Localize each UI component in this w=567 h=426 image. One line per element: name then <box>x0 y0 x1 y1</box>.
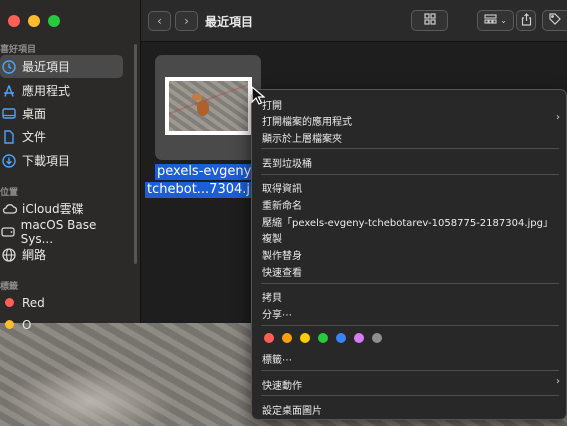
toolbar: ‹ › 最近項目 ⌄ <box>141 0 567 42</box>
menu-item-copy[interactable]: 拷貝 <box>262 289 282 304</box>
sidebar-item-label: 桌面 <box>22 107 47 121</box>
context-menu: 打開 打開檔案的應用程式 › 顯示於上層檔案夾 丟到垃圾桶 取得資訊 重新命名 … <box>251 89 567 420</box>
tag-color-yellow[interactable] <box>300 333 310 343</box>
sidebar-item-label: Red <box>22 295 45 310</box>
menu-separator <box>261 283 559 284</box>
sidebar-item-macos-base-system[interactable]: macOS Base Sys... <box>0 217 123 246</box>
close-button[interactable] <box>8 15 20 27</box>
orange-tag-icon <box>1 317 17 333</box>
menu-item-share[interactable]: 分享⋯ <box>262 306 292 321</box>
sidebar-item-label: 網路 <box>22 248 47 262</box>
sidebar-scrollbar[interactable] <box>134 44 137 264</box>
disk-icon <box>1 224 16 240</box>
sidebar-item-desktop[interactable]: 桌面 <box>0 102 123 125</box>
menu-item-tags[interactable]: 標籤⋯ <box>262 351 292 366</box>
forward-button[interactable]: › <box>175 11 198 31</box>
file-name-line-1[interactable]: pexels-evgeny <box>155 164 254 180</box>
menu-item-quick-look[interactable]: 快速查看 <box>262 264 302 279</box>
file-item-selected[interactable] <box>155 55 261 160</box>
network-icon <box>1 247 17 263</box>
sidebar-item-label: O <box>22 317 32 332</box>
menu-separator <box>261 395 559 396</box>
menu-separator <box>261 148 559 149</box>
apps-icon <box>1 83 17 99</box>
menu-item-duplicate[interactable]: 複製 <box>262 230 282 245</box>
share-icon <box>521 12 532 29</box>
menu-item-set-desktop-picture[interactable]: 設定桌面圖片 <box>262 402 322 417</box>
desktop-icon <box>1 106 17 122</box>
chevron-right-icon: › <box>184 14 189 28</box>
menu-separator <box>261 325 559 326</box>
window-controls <box>8 15 60 27</box>
view-mode-button[interactable] <box>411 10 448 31</box>
sidebar-item-applications[interactable]: 應用程式 <box>0 79 123 102</box>
chevron-right-icon: › <box>556 112 560 123</box>
sidebar-item-network[interactable]: 網路 <box>0 243 123 266</box>
menu-item-get-info[interactable]: 取得資訊 <box>262 180 302 195</box>
sidebar-item-label: iCloud雲碟 <box>22 202 84 216</box>
menu-item-compress[interactable]: 壓縮「pexels-evgeny-tchebotarev-1058775-218… <box>262 214 553 229</box>
sidebar-item-documents[interactable]: 文件 <box>0 125 123 148</box>
tag-color-orange[interactable] <box>282 333 292 343</box>
sidebar: 喜好項目 最近項目 應用程式 桌面 文件 下載項目 位置 iCloud雲碟 ma… <box>0 0 141 332</box>
cloud-icon <box>1 201 17 217</box>
menu-item-make-alias[interactable]: 製作替身 <box>262 247 302 262</box>
tag-icon <box>549 13 561 28</box>
tag-color-green[interactable] <box>318 333 328 343</box>
sidebar-item-label: macOS Base Sys... <box>20 217 97 246</box>
file-thumbnail <box>165 77 252 135</box>
dog-photo-thumbnail <box>169 81 248 131</box>
menu-item-move-to-trash[interactable]: 丟到垃圾桶 <box>262 155 312 170</box>
tag-color-gray[interactable] <box>372 333 382 343</box>
mouse-pointer-icon <box>251 85 266 110</box>
clock-icon <box>1 59 17 75</box>
menu-item-open[interactable]: 打開 <box>262 97 282 112</box>
document-icon <box>1 129 17 145</box>
sidebar-item-tag-red[interactable]: Red <box>0 291 123 314</box>
tag-color-red[interactable] <box>264 333 274 343</box>
file-name-line-2[interactable]: tchebot...7304.jpg <box>145 182 269 198</box>
tag-button[interactable] <box>542 10 567 31</box>
window-title: 最近項目 <box>205 15 254 29</box>
tag-color-blue[interactable] <box>336 333 346 343</box>
menu-item-quick-actions[interactable]: 快速動作 <box>262 377 302 392</box>
grid-icon <box>423 13 436 28</box>
menu-item-show-enclosing-folder[interactable]: 顯示於上層檔案夾 <box>262 130 342 145</box>
menu-separator <box>261 370 559 371</box>
minimize-button[interactable] <box>28 15 40 27</box>
back-button[interactable]: ‹ <box>148 11 171 31</box>
menu-item-rename[interactable]: 重新命名 <box>262 197 302 212</box>
menu-separator <box>261 174 559 175</box>
red-tag-icon <box>1 295 17 311</box>
tag-color-purple[interactable] <box>354 333 364 343</box>
zoom-button[interactable] <box>48 15 60 27</box>
chevron-left-icon: ‹ <box>157 14 162 28</box>
sidebar-item-label: 最近項目 <box>22 60 71 74</box>
sidebar-item-label: 下載項目 <box>22 154 71 168</box>
sidebar-item-tag-orange[interactable]: O <box>0 313 123 336</box>
download-icon <box>1 153 17 169</box>
sidebar-item-downloads[interactable]: 下載項目 <box>0 149 123 172</box>
share-button[interactable] <box>516 10 536 31</box>
favorites-section-title: 喜好項目 <box>0 45 37 55</box>
sidebar-item-recents[interactable]: 最近項目 <box>0 55 123 78</box>
sidebar-item-label: 應用程式 <box>22 84 71 98</box>
sidebar-item-label: 文件 <box>22 130 47 144</box>
chevron-down-icon: ⌄ <box>500 16 507 25</box>
chevron-right-icon: › <box>556 376 560 387</box>
menu-item-open-with[interactable]: 打開檔案的應用程式 <box>262 113 352 128</box>
group-icon <box>484 13 497 28</box>
group-by-button[interactable]: ⌄ <box>477 10 514 31</box>
